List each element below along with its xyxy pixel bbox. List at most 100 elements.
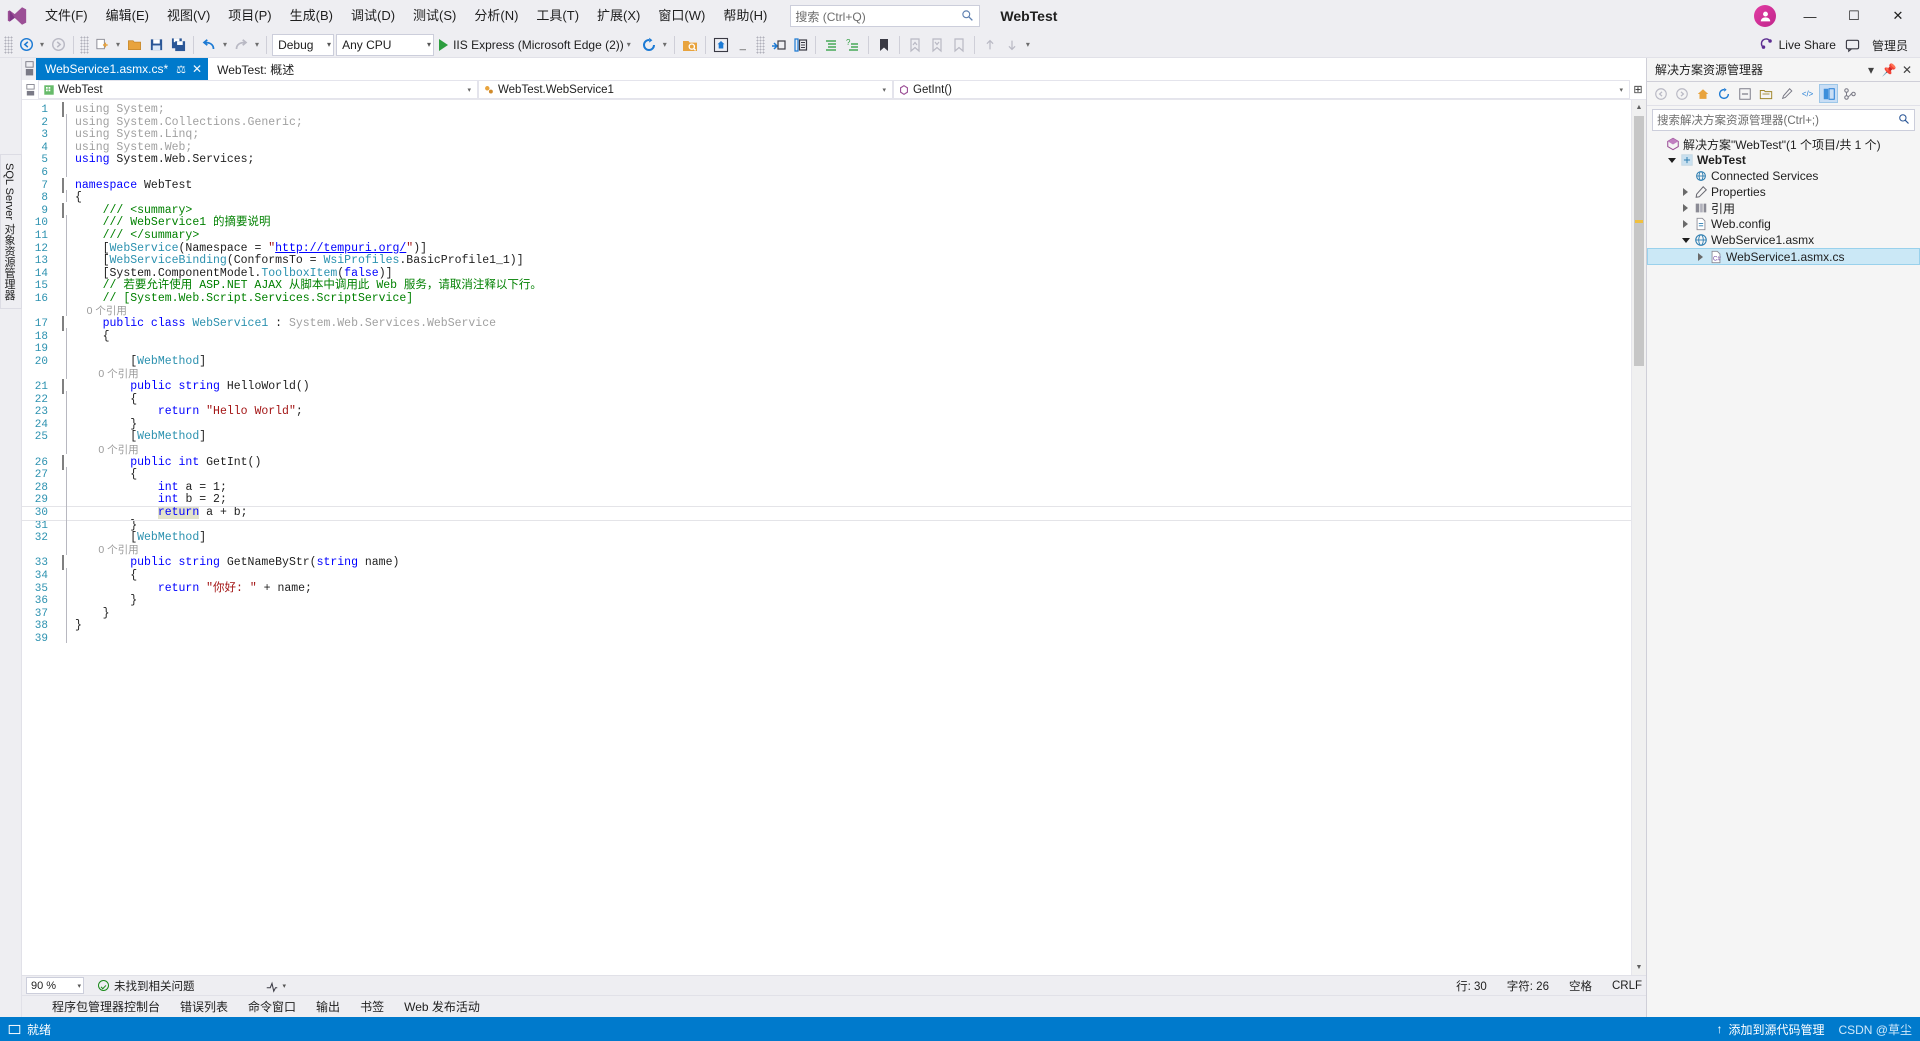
dropdown-icon[interactable]: ▾ — [1862, 61, 1880, 79]
menu-tools[interactable]: 工具(T) — [527, 4, 588, 28]
code-line[interactable]: 17 public class WebService1 : System.Web… — [22, 316, 1631, 332]
menu-project[interactable]: 项目(P) — [219, 4, 280, 28]
comment-selection-button[interactable] — [820, 34, 842, 56]
hot-reload-button[interactable] — [638, 34, 660, 56]
prev-bookmark-button[interactable] — [904, 34, 926, 56]
save-button[interactable] — [145, 34, 167, 56]
menu-file[interactable]: 文件(F) — [36, 4, 97, 28]
code-line[interactable]: 27 { — [22, 466, 1631, 482]
code-line[interactable]: 3 using System.Linq; — [22, 126, 1631, 142]
toolbar-grip[interactable] — [4, 35, 13, 54]
expand-navbar-button[interactable]: ⊞ — [1630, 80, 1646, 99]
view-in-browser-button[interactable] — [710, 34, 732, 56]
code-line[interactable]: 7 namespace WebTest — [22, 177, 1631, 193]
undo-button[interactable] — [198, 34, 220, 56]
menu-edit[interactable]: 编辑(E) — [97, 4, 158, 28]
code-line[interactable]: 25 [WebMethod] — [22, 429, 1631, 444]
issues-status[interactable]: 未找到相关问题 — [98, 978, 195, 994]
sql-server-object-explorer-tab[interactable]: SQL Server 对象资源管理器 — [0, 154, 22, 310]
tree-expander-icon[interactable] — [1694, 252, 1707, 261]
menu-analyze[interactable]: 分析(N) — [465, 4, 527, 28]
show-all-files-icon[interactable] — [1756, 84, 1775, 103]
collapse-all-icon[interactable] — [1735, 84, 1754, 103]
properties-icon[interactable] — [1777, 84, 1796, 103]
solution-tree[interactable]: 解决方案"WebTest"(1 个项目/共 1 个) WebTest Connect… — [1647, 134, 1920, 1017]
tree-expander-icon[interactable] — [1665, 157, 1678, 163]
next-bookmark-button[interactable] — [926, 34, 948, 56]
code-line[interactable]: 0 个引用 — [22, 441, 1631, 457]
code-line[interactable]: 20 [WebMethod] — [22, 353, 1631, 369]
code-line[interactable]: 31 } — [22, 517, 1631, 533]
tree-expander-icon[interactable] — [1679, 204, 1692, 212]
solution-explorer-search-input[interactable]: 搜索解决方案资源管理器(Ctrl+;) — [1652, 109, 1915, 131]
dock-tab-error-list[interactable]: 错误列表 — [170, 998, 238, 1015]
start-debugging-dropdown[interactable]: ▾ — [624, 40, 634, 49]
toolbar-grip-2[interactable] — [80, 35, 90, 54]
menu-view[interactable]: 视图(V) — [158, 4, 219, 28]
solution-platform-combo[interactable]: Any CPU ▾ — [336, 33, 435, 56]
menu-help[interactable]: 帮助(H) — [714, 4, 776, 28]
tree-node[interactable]: 解决方案"WebTest"(1 个项目/共 1 个) — [1647, 136, 1920, 152]
toolbar-grip-3[interactable] — [755, 35, 765, 54]
user-avatar[interactable] — [1754, 5, 1776, 27]
code-line[interactable]: 10 /// WebService1 的摘要说明 — [22, 215, 1631, 230]
dock-tab-bookmarks[interactable]: 书签 — [350, 998, 394, 1015]
new-project-button[interactable] — [91, 34, 113, 56]
menu-extensions[interactable]: 扩展(X) — [588, 4, 649, 28]
step-into-button[interactable] — [767, 34, 789, 56]
code-line[interactable]: 32 [WebMethod] — [22, 529, 1631, 545]
redo-dropdown[interactable]: ▾ — [252, 40, 262, 49]
git-changes-icon[interactable] — [1840, 84, 1859, 103]
code-line[interactable]: 21 public string HelloWorld() — [22, 379, 1631, 395]
code-editor[interactable]: 1 using System; 2 using System.Collections.… — [22, 100, 1631, 975]
code-line[interactable]: 39 — [22, 630, 1631, 646]
close-icon[interactable]: ✕ — [192, 62, 202, 76]
code-line[interactable]: 23 return "Hello World"; — [22, 403, 1631, 419]
type-selector-combo[interactable]: WebTest.WebService1 ▾ — [478, 80, 893, 99]
tree-expander-icon[interactable] — [1679, 188, 1692, 196]
bookmark-button[interactable] — [873, 34, 895, 56]
uncomment-selection-button[interactable]: ? — [842, 34, 864, 56]
code-line[interactable]: 37 } — [22, 605, 1631, 621]
quick-search-box[interactable]: 搜索 (Ctrl+Q) — [790, 5, 981, 27]
member-selector-combo[interactable]: GetInt() ▾ — [893, 80, 1630, 99]
scrollbar-thumb[interactable] — [1634, 116, 1644, 366]
code-line[interactable]: 16 // [System.Web.Script.Services.Script… — [22, 290, 1631, 306]
code-line[interactable]: 24 } — [22, 416, 1631, 432]
navigate-forward-button[interactable] — [47, 34, 69, 56]
tree-node[interactable]: Web.config — [1647, 216, 1920, 232]
code-line[interactable]: 2 using System.Collections.Generic; — [22, 114, 1631, 130]
dock-tab-package-manager-console[interactable]: 程序包管理器控制台 — [42, 998, 170, 1015]
tree-node[interactable]: WebService1.asmx — [1647, 232, 1920, 248]
dock-tab-web-publish-activity[interactable]: Web 发布活动 — [394, 998, 490, 1015]
code-line[interactable]: 19 — [22, 340, 1631, 356]
tree-node[interactable]: 引用 — [1647, 200, 1920, 216]
new-project-dropdown[interactable]: ▾ — [113, 40, 123, 49]
tree-node[interactable]: Connected Services — [1647, 168, 1920, 184]
zoom-level-combo[interactable]: 90 % ▾ — [26, 977, 84, 994]
code-line[interactable]: 5 using System.Web.Services; — [22, 152, 1631, 167]
menu-window[interactable]: 窗口(W) — [649, 4, 714, 28]
menu-test[interactable]: 测试(S) — [404, 4, 465, 28]
close-panel-icon[interactable]: ✕ — [1898, 61, 1916, 79]
pin-icon[interactable]: ⚖ — [176, 63, 186, 76]
scroll-down-arrow[interactable]: ▼ — [1632, 960, 1646, 975]
code-line[interactable]: 6 — [22, 164, 1631, 180]
tab-strip-grip[interactable] — [22, 58, 36, 80]
codelens-reference-count[interactable]: 0 个引用 — [75, 544, 138, 556]
code-line[interactable]: 4 using System.Web; — [22, 139, 1631, 155]
start-debugging-button[interactable]: IIS Express (Microsoft Edge (2)) ▾ — [435, 34, 638, 56]
solution-explorer-view-toggle[interactable] — [1819, 84, 1838, 103]
code-line[interactable]: 38} — [22, 618, 1631, 633]
nav-bar-grip[interactable] — [22, 80, 38, 99]
refresh-icon[interactable] — [1714, 84, 1733, 103]
code-line[interactable]: 33 public string GetNameByStr(string nam… — [22, 555, 1631, 571]
tree-expander-icon[interactable] — [1679, 237, 1692, 243]
editor-vertical-scrollbar[interactable]: ▲ ▼ — [1631, 100, 1646, 975]
code-line[interactable]: 28 int a = 1; — [22, 479, 1631, 495]
dock-tab-command-window[interactable]: 命令窗口 — [238, 998, 306, 1015]
forward-icon[interactable] — [1672, 84, 1691, 103]
save-all-button[interactable] — [167, 34, 189, 56]
dock-tab-output[interactable]: 输出 — [306, 998, 350, 1015]
home-icon[interactable] — [1693, 84, 1712, 103]
